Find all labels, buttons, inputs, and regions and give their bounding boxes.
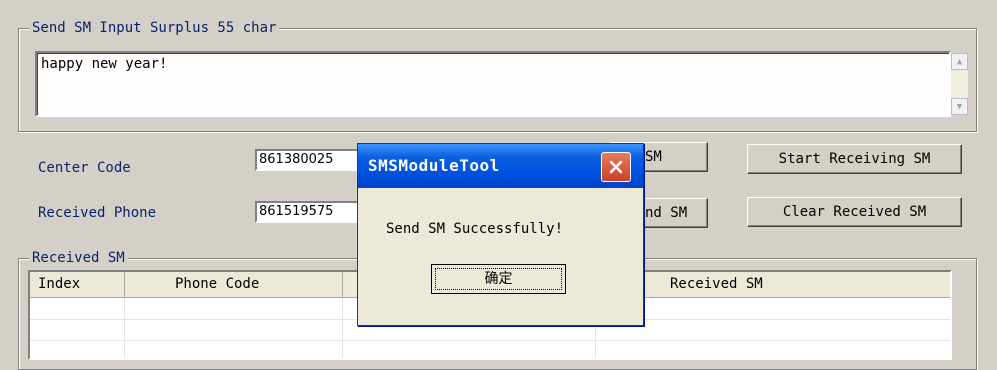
center-code-field[interactable]: 861380025 [255, 149, 365, 171]
column-header-index[interactable]: Index [30, 272, 125, 298]
table-column-divider [124, 298, 125, 358]
message-input[interactable]: happy new year! [35, 51, 951, 117]
start-receiving-label: Start Receiving SM [778, 151, 931, 167]
message-dialog: SMSModuleTool Send SM Successfully! 确定 [357, 143, 644, 326]
table-column-divider [342, 298, 343, 358]
dialog-message: Send SM Successfully! [386, 221, 564, 237]
column-header-phone-code[interactable]: Phone Code [125, 272, 343, 298]
send-sm-group: Send SM Input Surplus 55 char happy new … [18, 19, 977, 132]
scroll-up-icon[interactable]: ▲ [951, 53, 968, 70]
send-sm-group-title: Send SM Input Surplus 55 char [29, 19, 280, 37]
message-scrollbar[interactable]: ▲ ▼ [951, 53, 968, 115]
ok-button[interactable]: 确定 [431, 264, 566, 294]
column-header-received-sm[interactable]: Received SM [596, 272, 950, 298]
clear-received-button[interactable]: Clear Received SM [747, 197, 962, 227]
close-x-glyph [609, 160, 623, 174]
close-icon[interactable] [601, 152, 631, 182]
scroll-down-icon[interactable]: ▼ [951, 98, 968, 115]
send-sm-button-top-label: SM [645, 149, 662, 165]
table-row [30, 340, 950, 341]
dialog-title: SMSModuleTool [368, 156, 500, 175]
send-sm-button-bottom-label: nd SM [645, 205, 688, 221]
ok-button-label: 确定 [435, 268, 562, 290]
received-phone-field[interactable]: 861519575 [255, 201, 365, 223]
received-phone-label: Received Phone [38, 205, 157, 221]
center-code-label: Center Code [38, 160, 131, 176]
received-sm-group-title: Received SM [29, 249, 128, 267]
clear-received-label: Clear Received SM [782, 204, 927, 220]
dialog-titlebar[interactable]: SMSModuleTool [358, 144, 643, 188]
start-receiving-button[interactable]: Start Receiving SM [747, 144, 962, 174]
